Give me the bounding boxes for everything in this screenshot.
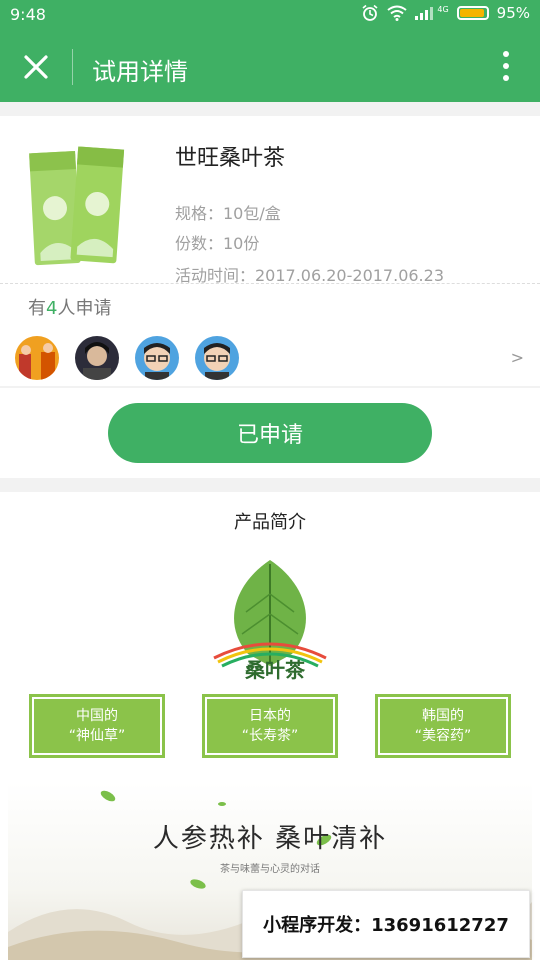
app-bar: 试用详情 xyxy=(0,32,540,102)
reputation-country: 韩国的 xyxy=(422,708,464,724)
reputation-box-china: 中国的 “神仙草” xyxy=(29,694,165,758)
avatar[interactable] xyxy=(195,336,239,380)
alarm-icon xyxy=(362,4,378,21)
developer-ad-banner[interactable]: 小程序开发：13691612727 xyxy=(242,890,530,958)
reputation-box-korea: 韩国的 “美容药” xyxy=(375,694,511,758)
slogan-text: 人参热补 桑叶清补 xyxy=(152,824,388,854)
apply-bar: 已申请 xyxy=(0,388,540,478)
status-time: 9:48 xyxy=(10,5,46,24)
product-name: 世旺桑叶茶 xyxy=(175,146,286,171)
battery-icon xyxy=(456,6,489,20)
product-spec: 规格：10包/盒 xyxy=(175,204,281,223)
applied-button[interactable]: 已申请 xyxy=(108,403,432,463)
brand-logo-text: 桑叶茶 xyxy=(245,658,305,682)
battery-fill xyxy=(459,9,485,17)
product-quantity: 份数：10份 xyxy=(175,234,260,253)
reputation-nickname: “美容药” xyxy=(414,728,472,744)
reputation-box-japan: 日本的 “长寿茶” xyxy=(202,694,338,758)
signal-icon: 4G xyxy=(415,5,449,20)
wifi-icon xyxy=(387,5,407,21)
applicant-number: 4 xyxy=(46,298,58,319)
header-divider xyxy=(72,49,73,85)
product-card: 世旺桑叶茶 规格：10包/盒 份数：10份 活动时间：2017.06.20-20… xyxy=(0,116,540,386)
applicant-prefix: 有 xyxy=(28,298,46,319)
section-title: 产品简介 xyxy=(234,512,306,533)
applicant-avatars[interactable] xyxy=(15,336,239,380)
reputation-country: 日本的 xyxy=(249,708,291,724)
applicant-count: 有4人申请 xyxy=(28,294,111,320)
applicant-suffix: 人申请 xyxy=(57,298,112,319)
reputation-country: 中国的 xyxy=(76,708,118,724)
reputation-nickname: “长寿茶” xyxy=(241,728,299,744)
battery-percent: 95% xyxy=(496,4,530,22)
more-options-icon[interactable] xyxy=(498,48,514,84)
chevron-right-icon[interactable]: > xyxy=(511,348,524,367)
avatar[interactable] xyxy=(75,336,119,380)
status-icons: 4G 95% xyxy=(361,4,530,22)
page-title: 试用详情 xyxy=(92,58,188,86)
avatar[interactable] xyxy=(15,336,59,380)
network-type-label: 4G xyxy=(437,5,449,14)
slogan-subtext: 茶与味蕾与心灵的对话 xyxy=(220,864,320,875)
reputation-boxes: 中国的 “神仙草” 日本的 “长寿茶” 韩国的 “美容药” xyxy=(29,694,511,758)
close-icon[interactable] xyxy=(20,51,52,83)
avatar[interactable] xyxy=(135,336,179,380)
product-image xyxy=(29,146,125,266)
reputation-nickname: “神仙草” xyxy=(68,728,126,744)
status-bar: 9:48 4G 95% xyxy=(0,0,540,32)
card-divider xyxy=(0,283,540,284)
